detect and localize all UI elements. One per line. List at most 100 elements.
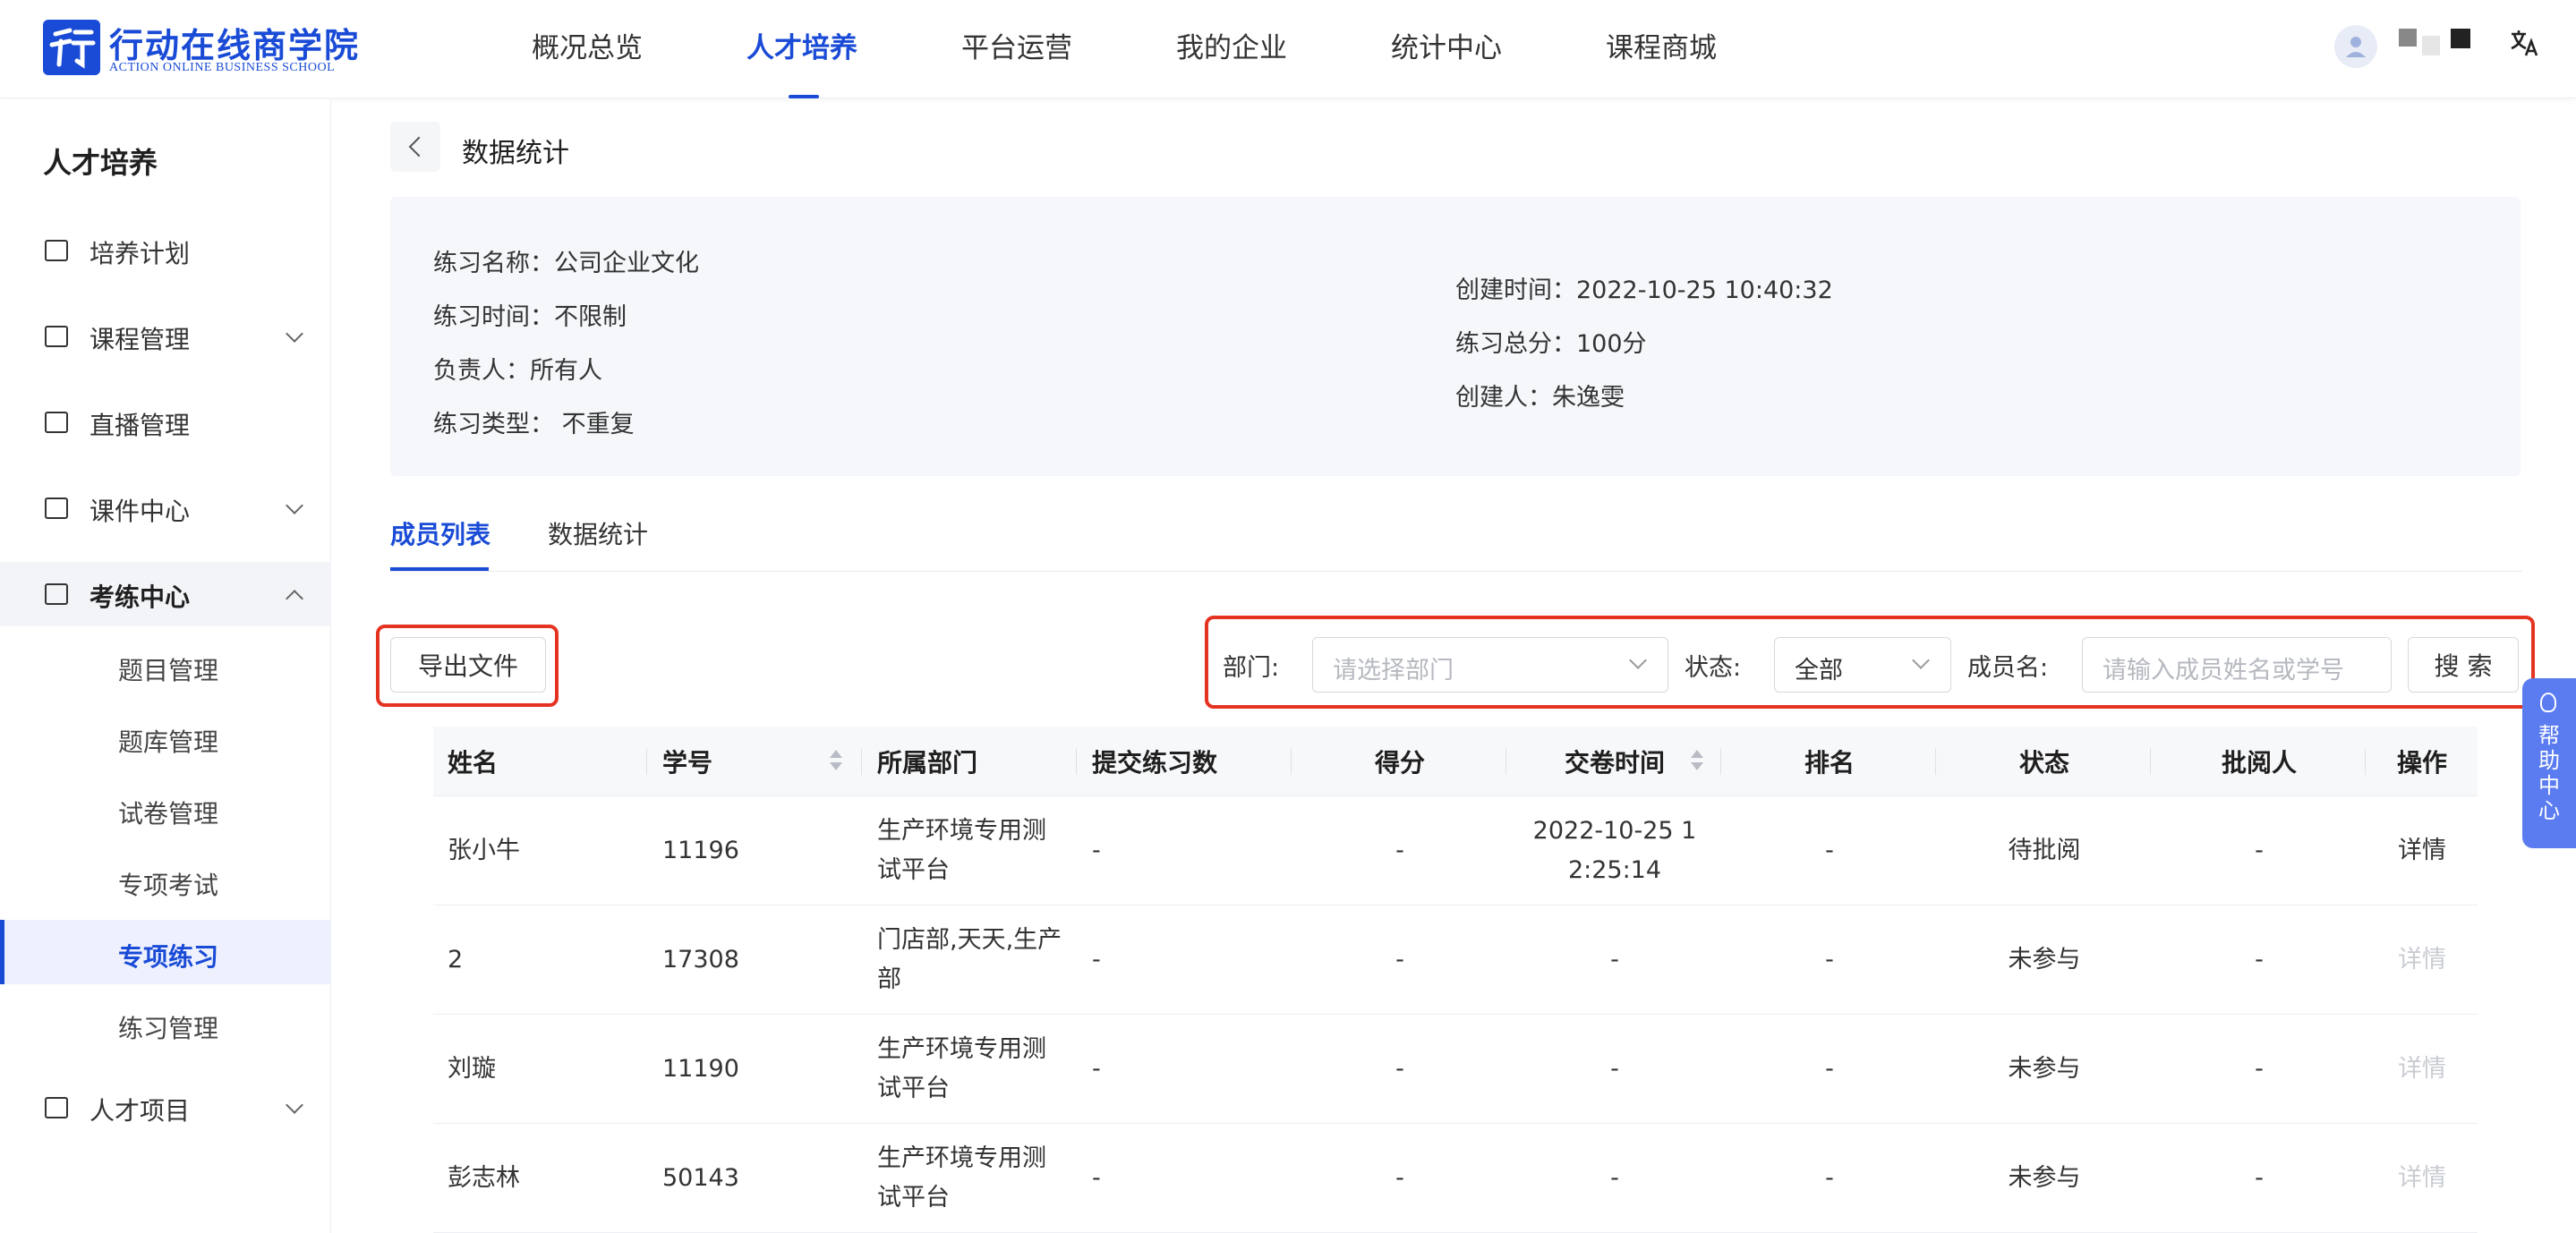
sidebar: 人才培养 培养计划 课程管理 直播管理 课件中心 考练中心 题目管理 题库管理 …	[0, 99, 331, 1233]
sidebar-item-talent-project[interactable]: 人才项目	[0, 1076, 331, 1140]
cell-status: 未参与	[2008, 1055, 2081, 1083]
cell-reviewer: -	[2255, 837, 2264, 864]
column-divider	[1076, 748, 1077, 775]
cell-id: 11196	[662, 837, 739, 864]
cell-submissions: -	[1092, 1164, 1101, 1192]
avatar[interactable]	[2334, 25, 2377, 68]
cell-reviewer: -	[2255, 1164, 2264, 1192]
help-center-button[interactable]: 帮助中心	[2522, 678, 2576, 848]
member-label: 成员名:	[1967, 654, 2049, 682]
sidebar-item-label: 课程管理	[90, 325, 191, 354]
info-practice-time: 练习时间：不限制	[433, 303, 627, 331]
inbox-icon	[45, 497, 68, 519]
column-header-rank: 排名	[1804, 748, 1855, 778]
status-label: 状态:	[1685, 654, 1742, 682]
chevron-down-icon	[286, 1096, 303, 1114]
cell-rank: -	[1825, 837, 1834, 864]
username-redacted	[2422, 36, 2440, 55]
sidebar-item-course-management[interactable]: 课程管理	[0, 304, 331, 369]
sidebar-sub-label: 试卷管理	[118, 799, 219, 829]
cell-department: 门店部,天天,生产部	[877, 926, 1062, 993]
cell-id: 11190	[662, 1055, 739, 1083]
nav-course-mall[interactable]: 课程商城	[1606, 25, 1717, 65]
cell-submit-time: -	[1610, 946, 1619, 974]
column-divider	[1291, 748, 1292, 775]
column-divider	[861, 748, 862, 775]
cell-status: 待批阅	[2008, 837, 2081, 864]
cell-score: -	[1395, 946, 1404, 974]
nav-statistics[interactable]: 统计中心	[1391, 25, 1502, 65]
sidebar-sub-paper-management[interactable]: 试卷管理	[0, 777, 331, 841]
cell-submissions: -	[1092, 1055, 1101, 1083]
chevron-down-icon	[1629, 651, 1647, 669]
detail-link: 详情	[2398, 1055, 2446, 1083]
sidebar-sub-practice-management[interactable]: 练习管理	[0, 991, 331, 1056]
nav-platform-ops[interactable]: 平台运营	[961, 25, 1072, 65]
nav-overview[interactable]: 概况总览	[532, 25, 643, 65]
sidebar-sub-special-exam[interactable]: 专项考试	[0, 848, 331, 913]
status-select[interactable]: 全部	[1774, 637, 1951, 693]
sidebar-item-live-management[interactable]: 直播管理	[0, 390, 331, 455]
search-button[interactable]: 搜 索	[2408, 637, 2519, 693]
table-row: 刘璇 11190 生产环境专用测试平台 - - - - 未参与 - 详情	[433, 1015, 2478, 1124]
sidebar-item-label: 直播管理	[90, 411, 191, 440]
tab-member-list[interactable]: 成员列表	[390, 515, 490, 551]
practice-info-panel: 练习名称：公司企业文化 练习时间：不限制 负责人：所有人 练习类型： 不重复 创…	[390, 197, 2521, 476]
sort-icon[interactable]	[1690, 750, 1703, 773]
help-center-label: 帮助中心	[2538, 723, 2560, 823]
dept-label: 部门:	[1223, 654, 1280, 682]
export-file-button[interactable]: 导出文件	[390, 637, 546, 693]
chevron-up-icon	[286, 590, 303, 608]
cell-rank: -	[1825, 946, 1834, 974]
project-icon	[45, 1097, 68, 1118]
cell-score: -	[1395, 1164, 1404, 1192]
sidebar-sub-label: 专项考试	[118, 871, 219, 900]
info-created-at: 创建时间：2022-10-25 10:40:32	[1455, 276, 1833, 304]
book-icon	[45, 326, 68, 347]
tab-data-statistics[interactable]: 数据统计	[548, 515, 648, 551]
nav-talent-training[interactable]: 人才培养	[746, 25, 857, 65]
sidebar-item-exam-center[interactable]: 考练中心	[0, 562, 331, 626]
sidebar-item-label: 课件中心	[90, 497, 191, 526]
logo-icon	[43, 20, 100, 75]
dept-select-placeholder: 请选择部门	[1333, 657, 1454, 685]
sidebar-item-courseware-center[interactable]: 课件中心	[0, 476, 331, 540]
sidebar-item-training-plan[interactable]: 培养计划	[0, 218, 331, 283]
column-header-name: 姓名	[448, 748, 499, 778]
dept-select[interactable]: 请选择部门	[1312, 637, 1668, 693]
cell-score: -	[1395, 1055, 1404, 1083]
column-header-submissions: 提交练习数	[1092, 748, 1218, 778]
logo-title: 行动在线商学院	[109, 26, 361, 65]
column-divider	[1720, 748, 1721, 775]
cell-status: 未参与	[2008, 1164, 2081, 1192]
info-total-score: 练习总分：100分	[1455, 330, 1647, 358]
column-divider	[1935, 748, 1936, 775]
column-divider	[2365, 748, 2366, 775]
cell-department: 生产环境专用测试平台	[877, 1144, 1046, 1212]
info-practice-name: 练习名称：公司企业文化	[433, 250, 699, 277]
cell-submit-time: 2022-10-25 12:25:14	[1532, 817, 1697, 884]
sidebar-item-label: 考练中心	[90, 582, 191, 612]
sidebar-sub-special-practice[interactable]: 专项练习	[0, 920, 331, 984]
member-search-input[interactable]: 请输入成员姓名或学号	[2082, 637, 2392, 693]
translate-icon[interactable]	[2508, 27, 2540, 67]
lightbulb-icon	[2540, 693, 2556, 712]
back-button[interactable]	[390, 122, 440, 172]
cell-submissions: -	[1092, 837, 1101, 864]
cell-status: 未参与	[2008, 946, 2081, 974]
cell-rank: -	[1825, 1164, 1834, 1192]
info-practice-type: 练习类型： 不重复	[433, 411, 635, 438]
cell-name: 2	[448, 946, 464, 974]
detail-link: 详情	[2398, 1164, 2446, 1192]
tab-divider	[390, 571, 2522, 572]
nav-my-company[interactable]: 我的企业	[1176, 25, 1287, 65]
sidebar-sub-question-management[interactable]: 题目管理	[0, 634, 331, 698]
cell-name: 张小牛	[448, 837, 520, 864]
sidebar-item-label: 人才项目	[90, 1096, 191, 1126]
active-indicator	[0, 920, 4, 984]
sidebar-sub-question-bank[interactable]: 题库管理	[0, 705, 331, 770]
table-row: 张小牛 11196 生产环境专用测试平台 - - 2022-10-25 12:2…	[433, 796, 2478, 906]
sidebar-title: 人才培养	[43, 146, 158, 180]
sort-icon[interactable]	[829, 750, 842, 773]
detail-link[interactable]: 详情	[2367, 796, 2478, 906]
